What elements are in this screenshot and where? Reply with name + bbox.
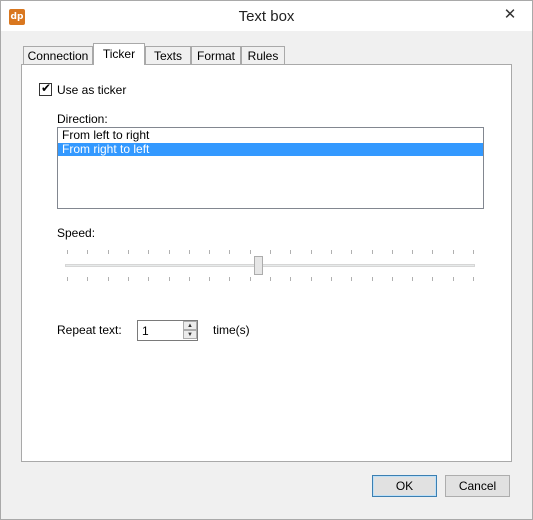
tab-texts[interactable]: Texts xyxy=(145,46,191,65)
slider-tick-bottom xyxy=(168,277,170,281)
text-box-dialog: dp Text box ✕ Connection Ticker Texts Fo… xyxy=(0,0,533,520)
slider-tick-top xyxy=(412,250,414,254)
slider-tick-top xyxy=(127,250,129,254)
slider-tick-top xyxy=(148,250,150,254)
slider-tick-top xyxy=(188,250,190,254)
slider-tick-bottom xyxy=(452,277,454,281)
slider-tick-top xyxy=(209,250,211,254)
direction-listbox[interactable]: From left to right From right to left xyxy=(57,127,484,209)
slider-tick-top xyxy=(87,250,89,254)
slider-tick-bottom xyxy=(371,277,373,281)
slider-tick-top xyxy=(432,250,434,254)
tab-ticker[interactable]: Ticker xyxy=(93,43,145,65)
slider-tick-top xyxy=(249,250,251,254)
speed-slider[interactable] xyxy=(63,247,477,283)
repeat-unit-label: time(s) xyxy=(213,323,250,337)
repeat-text-label: Repeat text: xyxy=(57,323,122,337)
speed-label: Speed: xyxy=(57,226,96,240)
spin-down-icon[interactable]: ▼ xyxy=(183,330,197,339)
list-item-left-to-right[interactable]: From left to right xyxy=(58,129,483,142)
slider-tick-top xyxy=(107,250,109,254)
slider-tick-top xyxy=(391,250,393,254)
direction-label: Direction: xyxy=(57,112,108,126)
repeat-value[interactable]: 1 xyxy=(142,324,149,338)
slider-tick-bottom xyxy=(432,277,434,281)
slider-tick-bottom xyxy=(148,277,150,281)
ok-button[interactable]: OK xyxy=(372,475,437,497)
slider-tick-bottom xyxy=(249,277,251,281)
slider-tick-bottom xyxy=(391,277,393,281)
slider-tick-top xyxy=(473,250,474,254)
list-item-right-to-left[interactable]: From right to left xyxy=(58,143,483,156)
slider-tick-top xyxy=(229,250,231,254)
slider-tick-top xyxy=(371,250,373,254)
slider-tick-top xyxy=(452,250,454,254)
tab-format[interactable]: Format xyxy=(191,46,241,65)
slider-tick-bottom xyxy=(330,277,332,281)
slider-tick-bottom xyxy=(412,277,414,281)
repeat-stepper[interactable]: 1 ▲ ▼ xyxy=(137,320,198,341)
slider-tick-bottom xyxy=(87,277,89,281)
title-bar: dp Text box ✕ xyxy=(1,1,532,31)
slider-tick-top xyxy=(168,250,170,254)
slider-tick-bottom xyxy=(209,277,211,281)
tab-connection[interactable]: Connection xyxy=(23,46,93,65)
slider-tick-top xyxy=(351,250,353,254)
slider-tick-bottom xyxy=(107,277,109,281)
slider-tick-bottom xyxy=(127,277,129,281)
slider-tick-top xyxy=(67,250,68,254)
spin-up-icon[interactable]: ▲ xyxy=(183,321,197,330)
slider-tick-bottom xyxy=(229,277,231,281)
close-icon[interactable]: ✕ xyxy=(502,7,518,23)
check-icon: ✔ xyxy=(41,81,52,95)
slider-tick-bottom xyxy=(188,277,190,281)
slider-tick-bottom xyxy=(310,277,312,281)
slider-tick-bottom xyxy=(473,277,474,281)
slider-track xyxy=(65,264,475,267)
slider-tick-top xyxy=(290,250,292,254)
slider-tick-top xyxy=(330,250,332,254)
slider-tick-top xyxy=(310,250,312,254)
tab-rules[interactable]: Rules xyxy=(241,46,285,65)
cancel-button[interactable]: Cancel xyxy=(445,475,510,497)
window-title: Text box xyxy=(238,8,295,25)
slider-tick-bottom xyxy=(351,277,353,281)
slider-tick-bottom xyxy=(270,277,271,281)
use-as-ticker-label: Use as ticker xyxy=(57,83,127,97)
slider-tick-bottom xyxy=(290,277,292,281)
slider-thumb[interactable] xyxy=(253,256,263,275)
slider-tick-top xyxy=(270,250,271,254)
slider-tick-bottom xyxy=(67,277,68,281)
use-as-ticker-checkbox[interactable]: ✔ xyxy=(39,81,52,96)
